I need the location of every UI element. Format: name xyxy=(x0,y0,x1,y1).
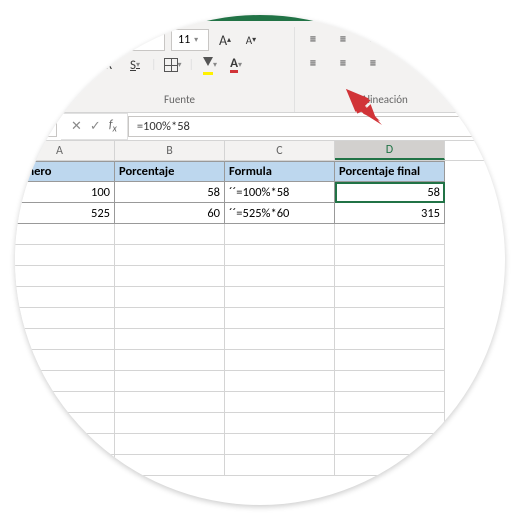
tab-insert[interactable]: Insertar xyxy=(125,15,193,21)
decrease-font-icon[interactable]: A▾ xyxy=(241,30,261,50)
tab-page-layout[interactable]: Disposición de página xyxy=(193,15,331,21)
borders-button[interactable]: ▾ xyxy=(163,55,183,75)
align-bottom-icon[interactable]: ≡ xyxy=(363,29,383,49)
worksheet-grid[interactable]: A B C D 1 Numero Porcentaje Formula Porc… xyxy=(15,141,505,476)
cell-d1[interactable]: Porcentaje final xyxy=(335,161,445,182)
font-group: Calibri▾ 11▾ A▴ A▾ N K S ▾ | ▾ | ▾ A ▾ F… xyxy=(65,27,295,112)
accept-formula-icon[interactable]: ✓ xyxy=(90,119,101,134)
cell-d3[interactable]: 315 xyxy=(335,203,445,224)
cell-b2[interactable]: 58 xyxy=(115,182,225,203)
cell-a2[interactable]: 100 xyxy=(15,182,115,203)
italic-button[interactable]: K xyxy=(99,55,119,75)
column-header-b[interactable]: B xyxy=(115,141,225,160)
format-painter-icon[interactable] xyxy=(15,35,32,65)
column-header-c[interactable]: C xyxy=(225,141,335,160)
formula-controls: ✕ ✓ fx xyxy=(61,113,128,140)
ribbon: apapeles Calibri▾ 11▾ A▴ A▾ N K S ▾ | ▾ … xyxy=(15,21,505,113)
align-center-icon[interactable]: ≡ xyxy=(333,53,353,73)
fx-icon[interactable]: fx xyxy=(109,118,117,134)
align-left-icon[interactable]: ≡ xyxy=(303,53,323,73)
font-name-select[interactable]: Calibri▾ xyxy=(73,29,165,51)
alignment-group: ≡ ≡ ≡ ≡ ≡ ≡ Alineación xyxy=(295,27,475,112)
align-top-icon[interactable]: ≡ xyxy=(303,29,323,49)
callout-arrow-icon xyxy=(344,87,382,125)
increase-font-icon[interactable]: A▴ xyxy=(215,30,235,50)
underline-button[interactable]: S ▾ xyxy=(125,55,145,75)
font-group-label: Fuente xyxy=(73,93,286,108)
align-right-icon[interactable]: ≡ xyxy=(363,53,383,73)
cell-a1[interactable]: Numero xyxy=(15,161,115,182)
font-size-select[interactable]: 11▾ xyxy=(171,29,209,51)
column-header-d[interactable]: D xyxy=(335,141,445,160)
cell-c3[interactable]: ´´=525%*60 xyxy=(225,203,335,224)
bold-button[interactable]: N xyxy=(73,55,93,75)
formula-bar[interactable]: =100%*58 xyxy=(128,116,505,137)
name-box[interactable]: D2▾ xyxy=(15,116,57,137)
formula-text: =100%*58 xyxy=(137,119,190,134)
cell-b1[interactable]: Porcentaje xyxy=(115,161,225,182)
cell-d2[interactable]: 58 xyxy=(335,182,445,203)
font-color-button[interactable]: A ▾ xyxy=(226,55,246,75)
cell-c2[interactable]: ´´=100%*58 xyxy=(225,182,335,203)
formula-bar-row: D2▾ ✕ ✓ fx =100%*58 xyxy=(15,113,505,141)
clipboard-label: apapeles xyxy=(15,93,39,108)
fill-color-button[interactable]: ▾ xyxy=(200,55,220,75)
cell-a3[interactable]: 525 xyxy=(15,203,115,224)
column-header-a[interactable]: A xyxy=(15,141,115,160)
clipboard-group: apapeles xyxy=(15,27,65,112)
cell-b3[interactable]: 60 xyxy=(115,203,225,224)
alignment-group-label: Alineación xyxy=(303,93,466,108)
cell-c1[interactable]: Formula xyxy=(225,161,335,182)
cancel-formula-icon[interactable]: ✕ xyxy=(71,119,82,134)
tab-formulas[interactable]: Fórmulas xyxy=(331,15,406,21)
align-middle-icon[interactable]: ≡ xyxy=(333,29,353,49)
